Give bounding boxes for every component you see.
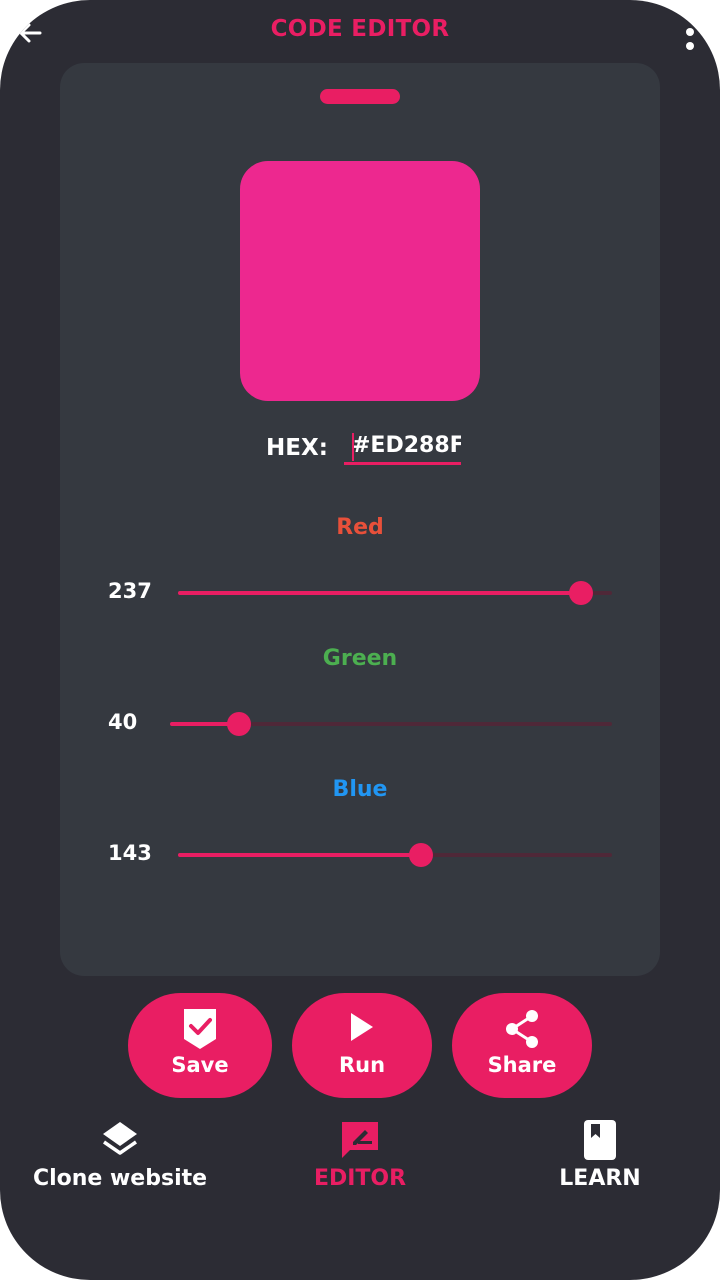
color-picker-sheet: HEX: Red 237 Green 40 Blue 143 bbox=[60, 63, 660, 976]
green-slider-thumb[interactable] bbox=[227, 712, 252, 736]
blue-channel-label: Blue bbox=[332, 777, 388, 802]
text-cursor bbox=[352, 433, 354, 461]
green-channel-label: Green bbox=[322, 646, 398, 671]
book-icon bbox=[584, 1120, 616, 1160]
page-title: CODE EDITOR bbox=[270, 16, 450, 42]
run-label: Run bbox=[338, 1053, 386, 1077]
red-slider-thumb[interactable] bbox=[569, 581, 594, 605]
save-label: Save bbox=[171, 1053, 229, 1077]
drag-handle[interactable] bbox=[320, 89, 400, 104]
red-value: 237 bbox=[108, 579, 152, 603]
blue-slider-fill bbox=[178, 853, 422, 857]
blue-slider[interactable] bbox=[178, 840, 612, 870]
top-app-bar: CODE EDITOR bbox=[0, 0, 720, 64]
more-vert-icon[interactable] bbox=[682, 22, 698, 56]
nav-label-editor: EDITOR bbox=[313, 1166, 407, 1191]
nav-item-editor[interactable]: EDITOR bbox=[300, 1112, 420, 1202]
save-check-icon bbox=[184, 1009, 216, 1049]
nav-item-clone-website[interactable]: Clone website bbox=[30, 1112, 210, 1202]
edit-message-icon bbox=[342, 1122, 378, 1158]
play-icon bbox=[351, 1013, 373, 1041]
share-button[interactable]: Share bbox=[452, 993, 592, 1098]
green-value: 40 bbox=[108, 710, 138, 734]
nav-label-learn: LEARN bbox=[559, 1166, 641, 1191]
layers-icon bbox=[103, 1122, 137, 1155]
share-icon bbox=[506, 1010, 538, 1048]
phone-screen: CODE EDITOR HEX: Red 237 Green 40 Blue 1… bbox=[0, 0, 720, 1280]
color-preview-swatch bbox=[240, 161, 480, 401]
nav-item-learn[interactable]: LEARN bbox=[540, 1112, 660, 1202]
hex-label: HEX: bbox=[266, 435, 328, 461]
nav-label-clone-website: Clone website bbox=[32, 1166, 208, 1191]
save-button[interactable]: Save bbox=[128, 993, 272, 1098]
share-label: Share bbox=[487, 1053, 557, 1077]
red-slider[interactable] bbox=[178, 578, 612, 608]
red-channel-label: Red bbox=[336, 515, 384, 540]
red-slider-fill bbox=[178, 591, 582, 595]
hex-input[interactable] bbox=[344, 429, 461, 465]
green-slider[interactable] bbox=[170, 709, 612, 739]
blue-value: 143 bbox=[108, 841, 152, 865]
blue-slider-thumb[interactable] bbox=[409, 843, 434, 867]
run-button[interactable]: Run bbox=[292, 993, 432, 1098]
